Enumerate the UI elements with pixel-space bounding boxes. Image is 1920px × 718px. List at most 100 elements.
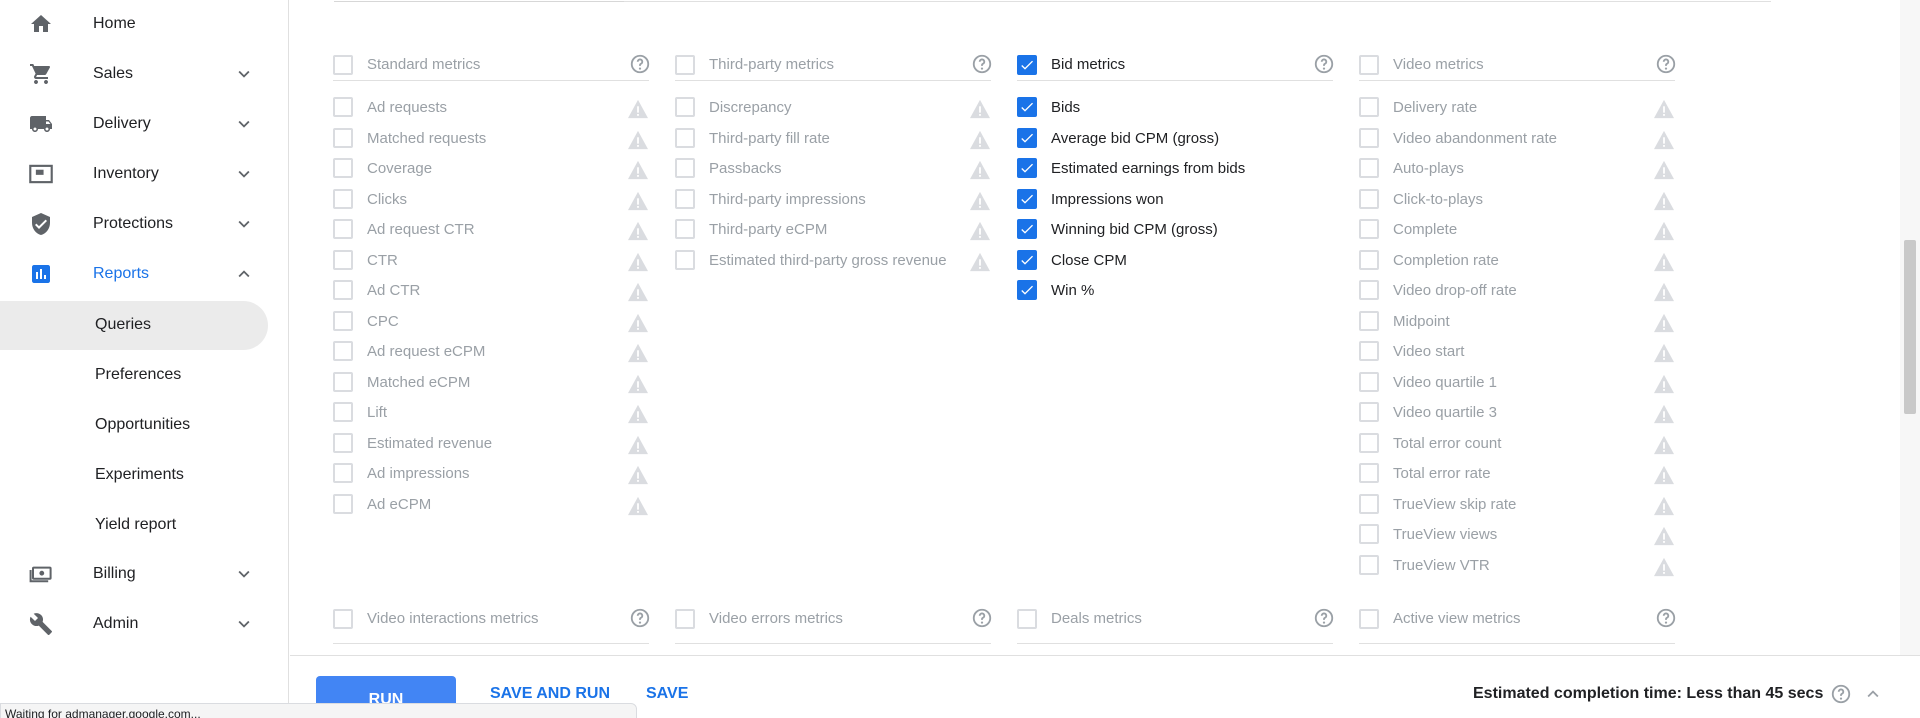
chevron-down-icon[interactable] [233,563,255,585]
group-checkbox[interactable] [1017,609,1037,629]
group-checkbox[interactable] [1359,609,1379,629]
chevron-down-icon[interactable] [233,213,255,235]
metric-checkbox[interactable] [1359,219,1379,239]
group-checkbox[interactable] [675,609,695,629]
metric-option[interactable]: Third-party eCPM [675,215,991,246]
metric-checkbox[interactable] [333,463,353,483]
metric-option[interactable]: Ad request CTR [333,215,649,246]
metric-option[interactable]: TrueView views [1359,520,1675,551]
metric-option[interactable]: Total error count [1359,429,1675,460]
metric-checkbox[interactable] [1017,249,1037,270]
metric-checkbox[interactable] [675,97,695,117]
metric-option[interactable]: Third-party fill rate [675,124,991,155]
metric-option[interactable]: CTR [333,246,649,277]
help-icon[interactable] [1655,607,1677,634]
metric-option[interactable]: Average bid CPM (gross) [1017,124,1333,155]
metric-checkbox[interactable] [1359,371,1379,392]
metric-checkbox[interactable] [1359,97,1379,117]
metric-option[interactable]: Estimated earnings from bids [1017,154,1333,185]
sidebar-subitem-opportunities[interactable]: Opportunities [0,401,268,450]
sidebar-subitem-experiments[interactable]: Experiments [0,451,268,500]
metric-checkbox[interactable] [1359,280,1379,300]
metric-option[interactable]: Passbacks [675,154,991,185]
sidebar-item-inventory[interactable]: Inventory [0,150,268,198]
metric-option[interactable]: Third-party impressions [675,185,991,216]
group-checkbox[interactable] [675,55,695,75]
metric-option[interactable]: Ad request eCPM [333,337,649,368]
metric-checkbox[interactable] [1359,341,1379,361]
metric-option[interactable]: Video start [1359,337,1675,368]
metric-option[interactable]: Discrepancy [675,93,991,124]
sidebar-item-admin[interactable]: Admin [0,600,268,648]
metric-checkbox[interactable] [1017,188,1037,209]
metric-checkbox[interactable] [333,310,353,331]
scrollbar-thumb[interactable] [1904,240,1916,414]
sidebar-subitem-yield-report[interactable]: Yield report [0,501,268,550]
metric-checkbox[interactable] [1017,158,1037,178]
metric-option[interactable]: Bids [1017,93,1333,124]
scrollbar[interactable] [1900,0,1920,655]
metric-option[interactable]: Win % [1017,276,1333,307]
help-icon[interactable] [1655,53,1677,80]
metric-checkbox[interactable] [1359,249,1379,270]
metric-checkbox[interactable] [1359,127,1379,148]
help-icon[interactable] [1313,607,1335,634]
metric-option[interactable]: Video abandonment rate [1359,124,1675,155]
metric-checkbox[interactable] [675,249,695,270]
metric-option[interactable]: Ad eCPM [333,490,649,521]
metric-option[interactable]: Midpoint [1359,307,1675,338]
metric-checkbox[interactable] [333,371,353,392]
group-checkbox[interactable] [333,55,353,75]
sidebar-item-protections[interactable]: Protections [0,200,268,248]
group-checkbox[interactable] [333,609,353,629]
group-checkbox[interactable] [1017,55,1037,75]
metric-checkbox[interactable] [333,249,353,270]
metric-checkbox[interactable] [1359,432,1379,453]
metric-checkbox[interactable] [333,97,353,117]
metric-checkbox[interactable] [675,158,695,178]
sidebar-item-delivery[interactable]: Delivery [0,100,268,148]
metric-option[interactable]: Video quartile 1 [1359,368,1675,399]
metric-option[interactable]: Delivery rate [1359,93,1675,124]
metric-checkbox[interactable] [1017,97,1037,117]
group-checkbox[interactable] [1359,55,1379,75]
help-icon[interactable] [629,607,651,634]
sidebar-item-home[interactable]: Home [0,0,268,48]
metric-checkbox[interactable] [1359,402,1379,422]
help-icon[interactable] [629,53,651,80]
metric-checkbox[interactable] [1359,310,1379,331]
metric-checkbox[interactable] [333,219,353,239]
metric-option[interactable]: Video quartile 3 [1359,398,1675,429]
metric-checkbox[interactable] [1017,219,1037,239]
metric-option[interactable]: Auto-plays [1359,154,1675,185]
metric-option[interactable]: TrueView VTR [1359,551,1675,582]
sidebar-item-billing[interactable]: Billing [0,550,268,598]
help-icon[interactable] [1313,53,1335,80]
chevron-down-icon[interactable] [233,613,255,635]
chevron-up-icon[interactable] [1862,683,1884,710]
metric-checkbox[interactable] [333,127,353,148]
help-icon[interactable] [971,607,993,634]
metric-checkbox[interactable] [1359,188,1379,209]
sidebar-item-sales[interactable]: Sales [0,50,268,98]
sidebar-subitem-queries[interactable]: Queries [0,301,268,350]
metric-option[interactable]: Matched eCPM [333,368,649,399]
chevron-down-icon[interactable] [233,163,255,185]
metric-checkbox[interactable] [1017,280,1037,300]
metric-checkbox[interactable] [333,280,353,300]
metric-option[interactable]: Estimated third-party gross revenue [675,246,991,277]
metric-option[interactable]: Ad impressions [333,459,649,490]
chevron-up-icon[interactable] [233,263,255,285]
metric-option[interactable]: Total error rate [1359,459,1675,490]
chevron-down-icon[interactable] [233,113,255,135]
metric-option[interactable]: TrueView skip rate [1359,490,1675,521]
metric-checkbox[interactable] [1017,127,1037,148]
metric-option[interactable]: Completion rate [1359,246,1675,277]
sidebar-item-reports[interactable]: Reports [0,250,268,298]
metric-checkbox[interactable] [333,402,353,422]
metric-option[interactable]: Impressions won [1017,185,1333,216]
metric-option[interactable]: Coverage [333,154,649,185]
metric-option[interactable]: CPC [333,307,649,338]
metric-checkbox[interactable] [1359,158,1379,178]
metric-checkbox[interactable] [333,432,353,453]
